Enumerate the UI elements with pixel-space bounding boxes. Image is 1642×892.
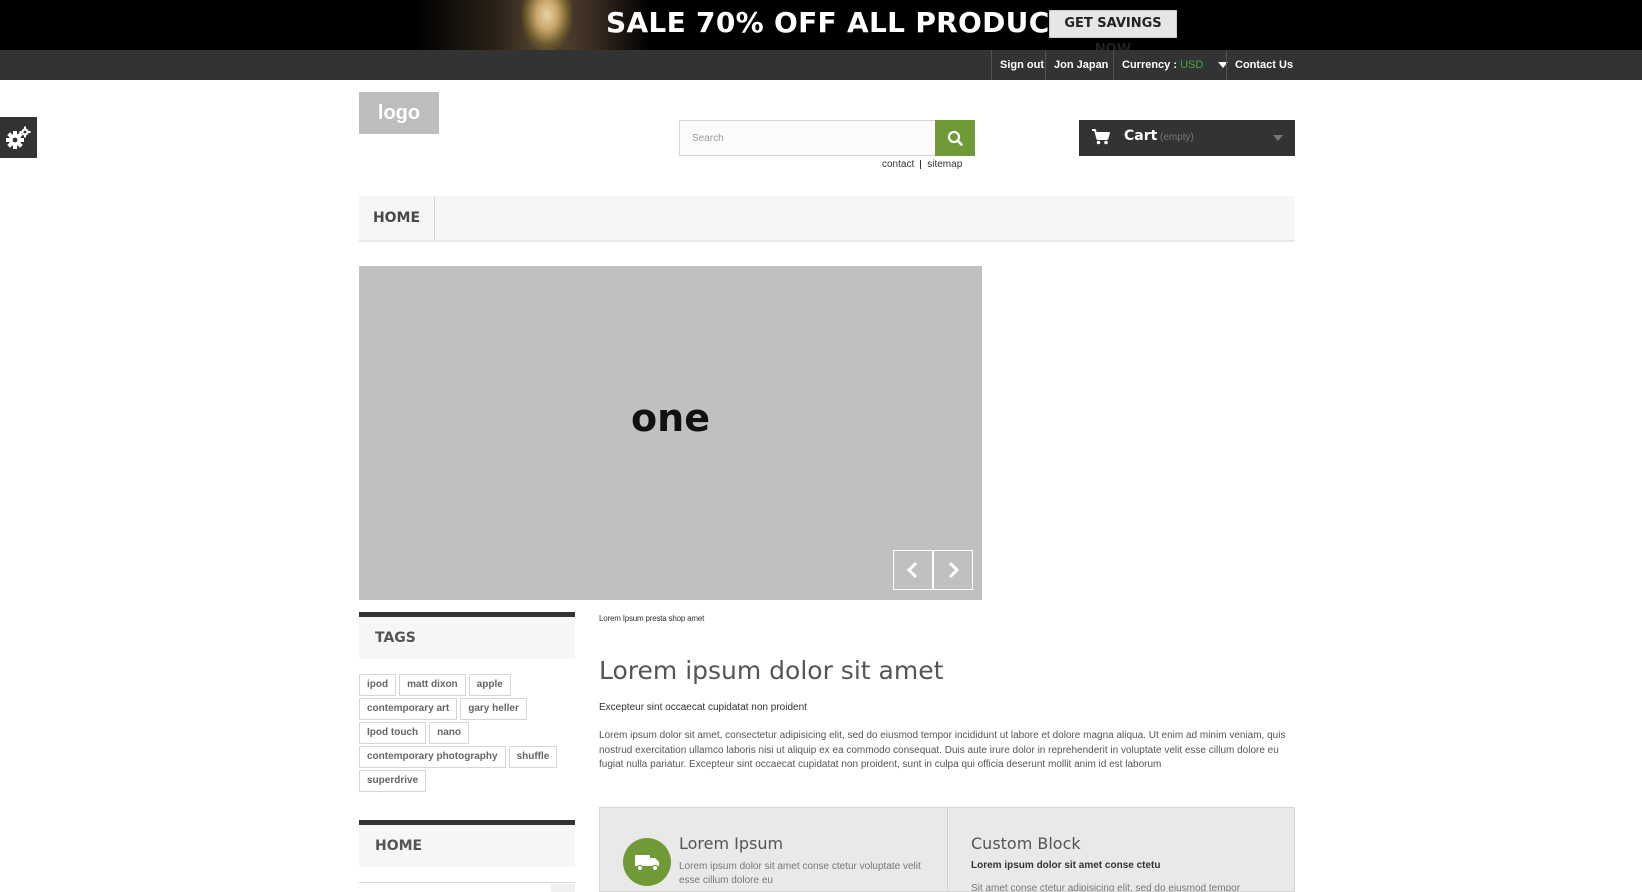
chevron-right-icon [948,561,960,579]
tag-item[interactable]: Ipod touch [359,722,427,744]
link-separator [920,159,922,169]
cart-status: (empty) [1160,132,1194,143]
tag-item[interactable]: shuffle [508,746,558,768]
tag-item[interactable]: ipod [359,674,397,696]
slider-next-button[interactable] [933,550,973,590]
page-body-text: Lorem ipsum dolor sit amet, consectetur … [599,730,1286,770]
info-block: Lorem Ipsum Lorem ipsum dolor sit amet c… [599,807,1295,892]
tag-item[interactable]: matt dixon [399,674,466,696]
info-left-text: Lorem ipsum dolor sit amet conse ctetur … [679,861,921,886]
breadcrumb: Lorem Ipsum presta shop amet [599,614,705,623]
search-button[interactable] [935,120,975,156]
cart-label: Cart [1124,128,1158,144]
truck-icon [635,855,659,872]
homepage-slider[interactable]: one [359,266,982,600]
slide-text: one [631,396,710,440]
theme-config-toggle[interactable] [0,117,37,158]
contact-us-link[interactable]: Contact Us [1226,50,1301,80]
info-divider [947,808,948,891]
slider-prev-button[interactable] [893,550,933,590]
tag-item[interactable]: contemporary photography [359,746,506,768]
tag-item[interactable]: gary heller [460,698,527,720]
tag-item[interactable]: apple [468,674,511,696]
shipping-badge [623,838,671,886]
main-menu: HOME [359,196,1295,242]
home-block-title: HOME [359,820,575,867]
currency-selector[interactable]: Currency : USD [1113,50,1229,80]
banner-headline: SALE 70% OFF ALL PRODUCTS [606,6,1090,39]
promo-banner[interactable]: SALE 70% OFF ALL PRODUCTS GET SAVINGS NO… [0,0,1642,57]
cart-icon [1092,129,1110,145]
get-savings-button[interactable]: GET SAVINGS NOW [1049,10,1177,57]
sign-out-link[interactable]: Sign out [991,50,1052,80]
tag-item[interactable]: contemporary art [359,698,458,720]
user-account-link[interactable]: Jon Japan [1045,50,1116,80]
sidebar-divider [359,882,575,892]
banner-model-figure [522,0,572,50]
tags-list: ipod matt dixon apple contemporary art gary … [359,674,575,794]
tag-item[interactable]: superdrive [359,770,427,792]
page-title: Lorem ipsum dolor sit amet [599,656,944,685]
chevron-down-icon [1273,135,1283,141]
sitemap-link[interactable]: sitemap [927,159,962,170]
info-right-text: Sit amet conse ctetur adipisicing elit, … [971,883,1241,892]
search-input[interactable] [679,120,936,156]
info-right-title: Custom Block [971,834,1081,853]
info-right-bold: Lorem ipsum dolor sit amet conse ctetu [971,860,1161,871]
site-logo[interactable]: logo [359,92,439,134]
header-links: contact sitemap [882,159,962,170]
currency-value: USD [1180,59,1204,71]
tag-item[interactable]: nano [429,722,469,744]
cart-dropdown[interactable]: Cart (empty) [1079,120,1295,156]
menu-item-home[interactable]: HOME [359,196,435,240]
tags-block-title: TAGS [359,612,575,659]
page-subtitle: Excepteur sint occaecat cupidatat non pr… [599,702,807,713]
currency-label: Currency : [1122,59,1178,71]
gear-icon [6,126,31,149]
contact-link[interactable]: contact [882,159,914,170]
sidebar-toggle[interactable] [551,884,575,892]
chevron-left-icon [906,561,918,579]
top-nav-bar: Sign out Jon Japan Currency : USD Contac… [0,50,1642,80]
info-left-title: Lorem Ipsum [679,834,784,853]
search-icon [947,130,963,146]
